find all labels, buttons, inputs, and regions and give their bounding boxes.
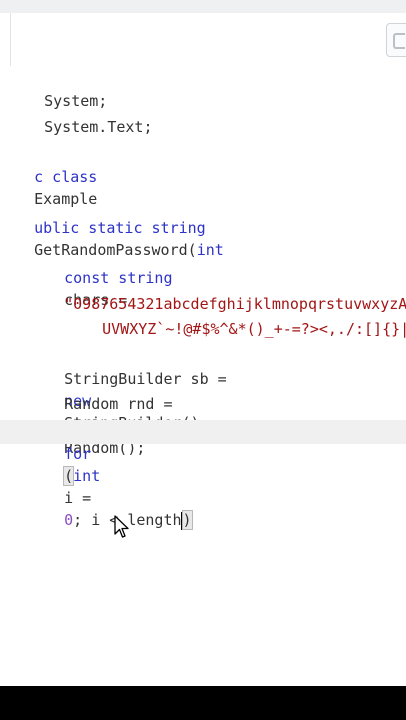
code-line-4: ublic static string GetRandomPassword(in… [0, 195, 224, 259]
panel-toggle-icon [393, 33, 405, 49]
code-line-8: StringBuilder sb = new StringBuilder(); [28, 346, 227, 432]
code-text: Random rnd = [64, 395, 173, 413]
mouse-pointer-icon [114, 515, 129, 538]
code-editor[interactable]: System; System.Text; c class Example ubl… [0, 66, 406, 686]
matched-paren-close: ) [181, 510, 193, 530]
code-line-2: System.Text; [8, 94, 152, 136]
panel-toggle-button[interactable] [386, 23, 406, 57]
code-keyword: int [196, 241, 224, 259]
code-line-5: const string chars = [28, 245, 172, 309]
window-top-strip [0, 0, 406, 13]
code-text: i = [64, 489, 92, 507]
code-line-1: System; [8, 68, 107, 110]
code-line-10[interactable]: for (int i = 0; i < length) [28, 421, 193, 530]
editor-toolbar [10, 13, 406, 67]
code-keyword: ublic static string [34, 219, 206, 237]
code-string: UVWXYZ`~!@#$%^&*()_+-=?><,./:[]{}|" [102, 320, 406, 338]
code-keyword: int [73, 467, 101, 485]
code-line-9: Random rnd = new Random(); [28, 371, 172, 457]
matched-paren-open: ( [63, 466, 75, 486]
code-text: System.Text; [44, 118, 153, 136]
code-line-3: c class Example [0, 144, 97, 208]
code-line-6: "0987654321abcdefghijklmnopqrstuvwxyzAB [28, 271, 406, 313]
code-keyword: c class [34, 168, 98, 186]
code-line-7: UVWXYZ`~!@#$%^&*()_+-=?><,./:[]{}|" [66, 296, 406, 338]
bottom-black-bar [0, 686, 406, 720]
code-keyword: for [64, 445, 92, 463]
code-number: 0 [64, 511, 74, 529]
